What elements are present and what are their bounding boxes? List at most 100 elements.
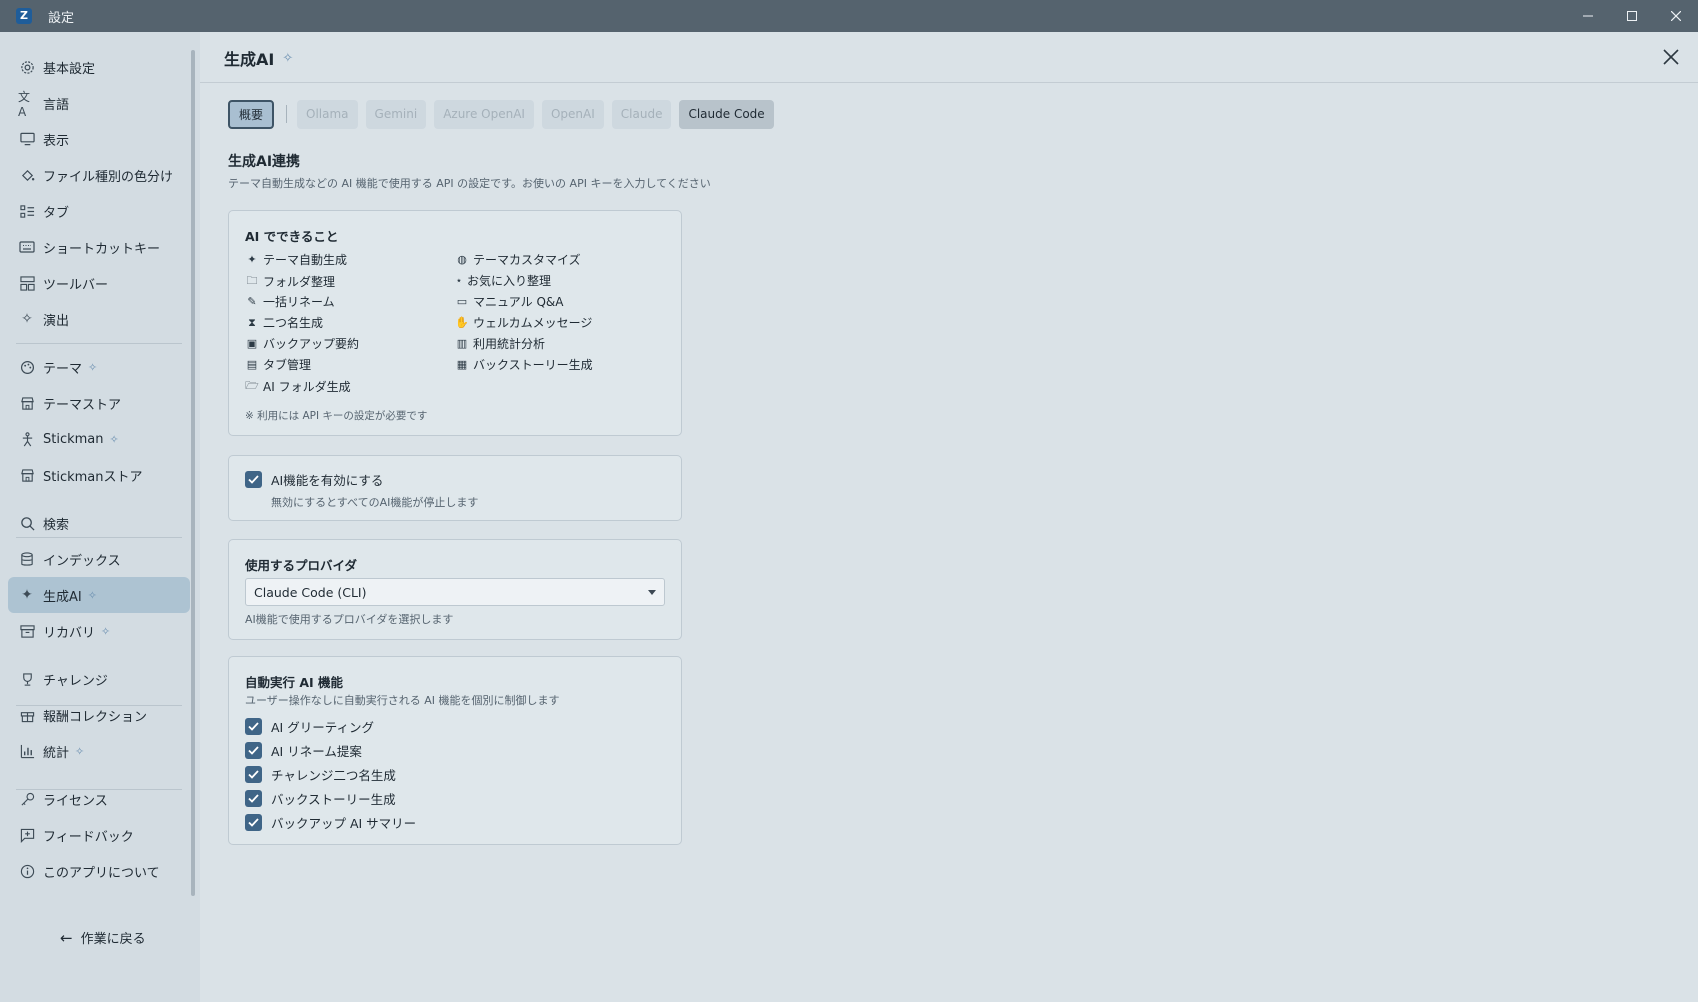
page-title: 生成AI ✧ bbox=[224, 50, 294, 69]
sparkle-icon: ✧ bbox=[109, 432, 119, 446]
checkbox[interactable] bbox=[245, 766, 262, 783]
close-settings-button[interactable] bbox=[1660, 46, 1682, 68]
sidebar-item-feedback[interactable]: フィードバック bbox=[8, 817, 190, 853]
sidebar-item-search[interactable]: 検索 bbox=[8, 505, 190, 541]
hand-wave-icon: ✋ bbox=[455, 316, 469, 329]
sidebar-item-label: ファイル種別の色分け bbox=[43, 169, 174, 185]
minimize-button[interactable] bbox=[1566, 0, 1610, 32]
sidebar-item-about[interactable]: このアプリについて bbox=[8, 853, 190, 889]
feature-item: ▣ バックアップ要約 bbox=[246, 337, 360, 351]
sidebar-item-toolbar[interactable]: ツールバー bbox=[8, 265, 190, 301]
auto-ai-checkbox-row[interactable]: AI グリーティング bbox=[245, 717, 374, 736]
auto-ai-description: ユーザー操作なしに自動実行される AI 機能を個別に制御します bbox=[245, 694, 560, 707]
tab-claude-code[interactable]: Claude Code bbox=[679, 99, 774, 129]
provider-select[interactable]: Claude Code (CLI) bbox=[245, 578, 665, 606]
checkbox[interactable] bbox=[245, 742, 262, 759]
tab-claude[interactable]: Claude bbox=[611, 99, 672, 129]
checkbox-label: バックストーリー生成 bbox=[271, 792, 396, 807]
sparkle-icon: ✧ bbox=[21, 311, 33, 327]
list-icon bbox=[18, 202, 36, 220]
enable-ai-checkbox[interactable] bbox=[245, 471, 262, 488]
sidebar-divider bbox=[16, 343, 182, 344]
checkbox[interactable] bbox=[245, 790, 262, 807]
sidebar-item-reward-collection[interactable]: 報酬コレクション bbox=[8, 697, 190, 733]
check-icon bbox=[248, 818, 259, 827]
sidebar-item-display[interactable]: 表示 bbox=[8, 121, 190, 157]
stickman-icon bbox=[18, 430, 36, 448]
database-icon bbox=[18, 550, 36, 568]
sidebar-item-stickman[interactable]: Stickman ✧ bbox=[8, 421, 190, 457]
feature-item: ⋆ お気に入り整理 bbox=[455, 274, 552, 288]
key-icon bbox=[18, 790, 36, 808]
enable-ai-card: AI機能を有効にする 無効にするとすべてのAI機能が停止します bbox=[228, 455, 682, 521]
sidebar-item-generative-ai[interactable]: ✦ 生成AI ✧ bbox=[8, 577, 190, 613]
sidebar-item-effects[interactable]: ✧ 演出 bbox=[8, 301, 190, 337]
sidebar-item-shortcuts[interactable]: ショートカットキー bbox=[8, 229, 190, 265]
checkbox-label: チャレンジ二つ名生成 bbox=[271, 768, 396, 783]
sidebar-item-label: リカバリ bbox=[43, 625, 96, 641]
checkbox-label: AI リネーム提案 bbox=[271, 744, 362, 759]
layout-icon bbox=[18, 274, 36, 292]
hourglass-icon: ⧗ bbox=[248, 315, 256, 329]
sidebar-item-label: 検索 bbox=[43, 517, 70, 533]
search-icon bbox=[18, 514, 36, 532]
sidebar-item-tabs[interactable]: タブ bbox=[8, 193, 190, 229]
paint-bucket-icon bbox=[18, 166, 36, 184]
close-icon bbox=[1671, 11, 1681, 21]
close-icon bbox=[1663, 49, 1679, 65]
sidebar-item-label: チャレンジ bbox=[43, 673, 108, 689]
sidebar-item-challenge[interactable]: チャレンジ bbox=[8, 661, 190, 697]
auto-ai-checkbox-row[interactable]: チャレンジ二つ名生成 bbox=[245, 765, 396, 784]
sidebar-item-language[interactable]: 文A 言語 bbox=[8, 85, 190, 121]
window-close-button[interactable] bbox=[1654, 0, 1698, 32]
auto-ai-checkbox-row[interactable]: AI リネーム提案 bbox=[245, 741, 362, 760]
enable-ai-description: 無効にするとすべてのAI機能が停止します bbox=[271, 496, 479, 509]
sparkle-icon: ✧ bbox=[88, 360, 98, 374]
tab-openai[interactable]: OpenAI bbox=[541, 99, 604, 129]
card-heading: 使用するプロバイダ bbox=[245, 558, 358, 573]
sidebar-item-label: Stickmanストア bbox=[43, 469, 143, 485]
sidebar-item-recovery[interactable]: リカバリ ✧ bbox=[8, 613, 190, 649]
book-icon: ▭ bbox=[456, 295, 468, 308]
sidebar-item-label: 報酬コレクション bbox=[43, 709, 148, 725]
maximize-icon bbox=[1627, 11, 1637, 21]
check-icon bbox=[248, 722, 259, 731]
palette-icon: ◍ bbox=[457, 253, 467, 266]
sidebar-item-index[interactable]: インデックス bbox=[8, 541, 190, 577]
translate-icon: 文A bbox=[18, 89, 31, 119]
sidebar-item-license[interactable]: ライセンス bbox=[8, 781, 190, 817]
tab-ollama[interactable]: Ollama bbox=[297, 99, 358, 129]
checkbox-label: AI グリーティング bbox=[271, 720, 374, 735]
info-icon bbox=[18, 862, 36, 880]
auto-ai-checkbox-row[interactable]: バックストーリー生成 bbox=[245, 789, 396, 808]
save-icon: ▣ bbox=[246, 337, 258, 350]
sidebar-item-stickman-store[interactable]: Stickmanストア bbox=[8, 457, 190, 493]
sidebar-item-basic-settings[interactable]: 基本設定 bbox=[8, 49, 190, 85]
palette-icon bbox=[18, 358, 36, 376]
sidebar-item-file-type-colors[interactable]: ファイル種別の色分け bbox=[8, 157, 190, 193]
provider-description: AI機能で使用するプロバイダを選択します bbox=[245, 613, 454, 626]
tab-azure-openai[interactable]: Azure OpenAI bbox=[434, 99, 534, 129]
tab-gemini[interactable]: Gemini bbox=[365, 99, 427, 129]
sidebar-item-theme[interactable]: テーマ ✧ bbox=[8, 349, 190, 385]
sidebar-item-theme-store[interactable]: テーマストア bbox=[8, 385, 190, 421]
card-heading: AI でできること bbox=[245, 229, 339, 244]
window-title: 設定 bbox=[48, 10, 75, 26]
auto-ai-checkbox-row[interactable]: バックアップ AI サマリー bbox=[245, 813, 416, 832]
enable-ai-checkbox-row[interactable]: AI機能を有効にする bbox=[245, 470, 383, 489]
sidebar-item-stats[interactable]: 統計 ✧ bbox=[8, 733, 190, 769]
section-description: テーマ自動生成などの AI 機能で使用する API の設定です。お使いの API… bbox=[228, 177, 711, 190]
enable-ai-label: AI機能を有効にする bbox=[271, 473, 384, 488]
maximize-button[interactable] bbox=[1610, 0, 1654, 32]
check-icon bbox=[248, 475, 259, 484]
checkbox[interactable] bbox=[245, 814, 262, 831]
sidebar-item-label: テーマ bbox=[43, 361, 83, 377]
section-title: 生成AI連携 bbox=[228, 154, 301, 170]
back-to-work-button[interactable]: ← 作業に戻る bbox=[60, 928, 146, 948]
sidebar-item-label: タブ bbox=[43, 205, 70, 221]
message-plus-icon bbox=[18, 826, 36, 844]
checkbox[interactable] bbox=[245, 718, 262, 735]
feature-item: ▥ 利用統計分析 bbox=[456, 337, 546, 351]
sidebar-scrollbar[interactable] bbox=[191, 50, 195, 896]
tab-overview[interactable]: 概要 bbox=[228, 99, 275, 129]
